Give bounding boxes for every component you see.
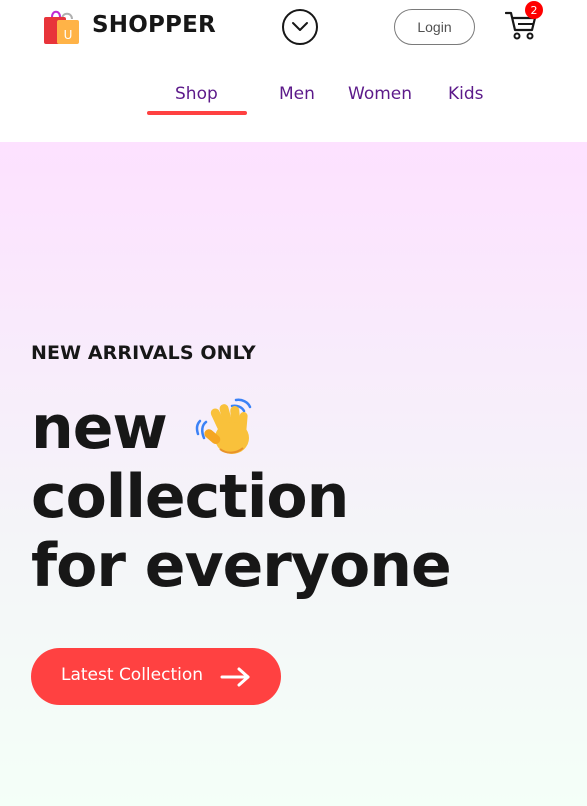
latest-collection-button[interactable]: Latest Collection xyxy=(31,648,281,705)
arrow-right-icon xyxy=(220,667,250,687)
hero-headline-line-1: new xyxy=(31,393,168,463)
nav-item-men[interactable]: Men xyxy=(279,84,315,104)
shopping-bag-icon[interactable]: U xyxy=(42,8,82,46)
logo-letter: U xyxy=(64,28,73,42)
waving-hand-icon xyxy=(192,394,258,460)
nav-item-shop[interactable]: Shop xyxy=(175,84,218,104)
login-button[interactable]: Login xyxy=(394,9,475,45)
nav-item-kids[interactable]: Kids xyxy=(448,84,484,104)
hero-headline-line-2: collection xyxy=(31,462,349,532)
chevron-down-icon xyxy=(292,22,308,31)
hero-headline-line-3: for everyone xyxy=(31,531,452,601)
latest-collection-label: Latest Collection xyxy=(61,665,204,685)
brand-name[interactable]: SHOPPER xyxy=(92,12,216,38)
hero-eyebrow: NEW ARRIVALS ONLY xyxy=(31,342,256,364)
nav-active-underline xyxy=(147,111,247,115)
cart-count-badge: 2 xyxy=(525,1,543,19)
nav-item-women[interactable]: Women xyxy=(348,84,412,104)
site-header: U SHOPPER Login 2 Shop Men Women Kids xyxy=(0,0,587,142)
nav-dropdown-button[interactable] xyxy=(282,9,318,45)
